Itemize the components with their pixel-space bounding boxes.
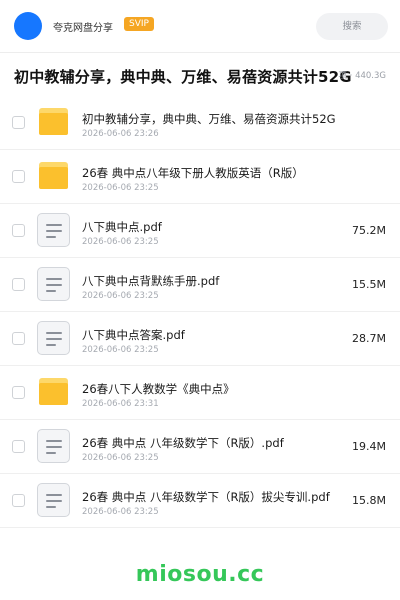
header: 夸克网盘分享 SVIP 搜索 (0, 0, 400, 52)
file-name: 26春 典中点八年级下册人教版英语（R版） (82, 166, 304, 180)
file-date: 2026-06-06 23:25 (82, 507, 159, 517)
document-icon (37, 483, 70, 517)
file-name: 八下典中点背默练手册.pdf (82, 274, 220, 288)
file-date: 2026-06-06 23:26 (82, 129, 159, 139)
folder-icon (39, 162, 68, 189)
file-name: 初中教辅分享，典中典、万维、易蓓资源共计52G (82, 112, 336, 126)
select-checkbox[interactable] (12, 386, 25, 399)
file-size: 75.2M (352, 224, 386, 237)
select-checkbox[interactable] (12, 278, 25, 291)
list-item[interactable]: 初中教辅分享，典中典、万维、易蓓资源共计52G 2026-06-06 23:26 (0, 96, 400, 150)
search-button[interactable]: 搜索 (316, 13, 388, 40)
list-item[interactable]: 26春 典中点 八年级数学下（R版）拔尖专训.pdf 2026-06-06 23… (0, 474, 400, 528)
file-name: 八下典中点.pdf (82, 220, 162, 234)
file-date: 2026-06-06 23:25 (82, 237, 159, 247)
select-checkbox[interactable] (12, 332, 25, 345)
list-item[interactable]: 八下典中点答案.pdf 2026-06-06 23:25 28.7M (0, 312, 400, 366)
file-size: 28.7M (352, 332, 386, 345)
folder-icon (39, 108, 68, 135)
file-date: 2026-06-06 23:25 (82, 345, 159, 355)
share-owner-name: 夸克网盘分享 (53, 23, 113, 34)
file-size: 15.5M (352, 278, 386, 291)
list-item[interactable]: 八下典中点背默练手册.pdf 2026-06-06 23:25 15.5M (0, 258, 400, 312)
file-name: 26春 典中点 八年级数学下（R版）拔尖专训.pdf (82, 490, 330, 504)
list-item[interactable]: 26春 典中点八年级下册人教版英语（R版） 2026-06-06 23:25 (0, 150, 400, 204)
list-item[interactable]: 26春八下人教数学《典中点》 2026-06-06 23:31 (0, 366, 400, 420)
file-name: 八下典中点答案.pdf (82, 328, 185, 342)
file-size: 15.8M (352, 494, 386, 507)
share-meta: 项 · 440.3G (338, 71, 386, 81)
file-name: 26春 典中点 八年级数学下（R版）.pdf (82, 436, 284, 450)
header-divider (0, 52, 400, 53)
file-date: 2026-06-06 23:31 (82, 399, 159, 409)
watermark: miosou.cc (135, 562, 265, 587)
select-checkbox[interactable] (12, 494, 25, 507)
file-name: 26春八下人教数学《典中点》 (82, 382, 235, 396)
document-icon (37, 213, 70, 247)
select-checkbox[interactable] (12, 170, 25, 183)
file-size: 19.4M (352, 440, 386, 453)
list-item[interactable]: 26春 典中点 八年级数学下（R版）.pdf 2026-06-06 23:25 … (0, 420, 400, 474)
folder-icon (39, 378, 68, 405)
document-icon (37, 267, 70, 301)
select-checkbox[interactable] (12, 440, 25, 453)
avatar[interactable] (14, 12, 42, 40)
file-date: 2026-06-06 23:25 (82, 453, 159, 463)
file-date: 2026-06-06 23:25 (82, 183, 159, 193)
document-icon (37, 321, 70, 355)
list-item[interactable]: 八下典中点.pdf 2026-06-06 23:25 75.2M (0, 204, 400, 258)
file-list: 初中教辅分享，典中典、万维、易蓓资源共计52G 2026-06-06 23:26… (0, 96, 400, 528)
file-date: 2026-06-06 23:25 (82, 291, 159, 301)
page-title: 初中教辅分享，典中典、万维、易蓓资源共计52G (14, 68, 352, 86)
svip-badge: SVIP (124, 17, 154, 31)
select-checkbox[interactable] (12, 116, 25, 129)
document-icon (37, 429, 70, 463)
select-checkbox[interactable] (12, 224, 25, 237)
